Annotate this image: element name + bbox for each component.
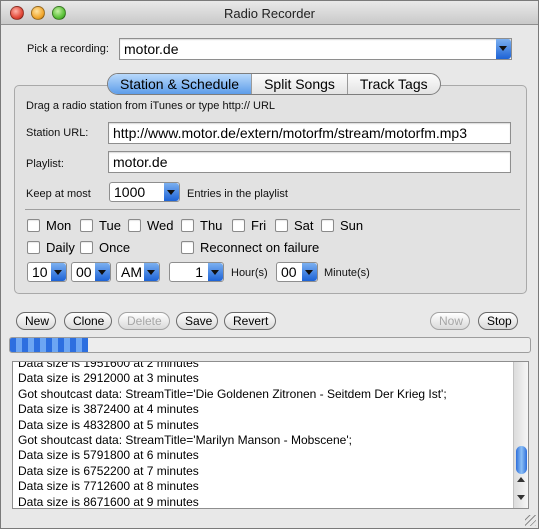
log-line: Data size is 2912000 at 3 minutes <box>18 371 199 386</box>
checkbox-label: Sat <box>294 218 314 233</box>
keep-suffix: Entries in the playlist <box>187 188 288 200</box>
log-view[interactable]: Data size is 1951600 at 2 minutes Data si… <box>12 361 529 509</box>
checkbox-box[interactable] <box>27 219 40 232</box>
radio-recorder-window: Radio Recorder Pick a recording: motor.d… <box>0 0 539 529</box>
duration-minutes-popup[interactable]: 00 <box>276 262 318 282</box>
stop-button[interactable]: Stop <box>478 312 518 330</box>
checkbox-box[interactable] <box>128 219 141 232</box>
pick-recording-label: Pick a recording: <box>27 43 109 55</box>
scrollbar-thumb[interactable] <box>516 446 527 474</box>
checkbox-label: Daily <box>46 240 75 255</box>
playlist-label: Playlist: <box>26 158 64 170</box>
minutes-label: Minute(s) <box>324 267 370 279</box>
log-line: Data size is 8671600 at 9 minutes <box>18 494 199 509</box>
log-line: Data size is 5791800 at 6 minutes <box>18 448 199 463</box>
chevron-down-icon[interactable] <box>51 263 66 281</box>
ampm-value: AM <box>121 264 142 280</box>
station-url-field[interactable]: http://www.motor.de/extern/motorfm/strea… <box>108 122 511 144</box>
log-line: Data size is 1951600 at 2 minutes <box>18 361 199 370</box>
checkbox-fri[interactable]: Fri <box>232 218 266 233</box>
log-line: Data size is 6752200 at 7 minutes <box>18 463 199 478</box>
recording-combo[interactable]: motor.de <box>119 38 512 60</box>
recording-progress-bar <box>9 337 531 353</box>
checkbox-box[interactable] <box>27 241 40 254</box>
chevron-down-icon[interactable] <box>95 263 110 281</box>
scroll-down-icon[interactable] <box>517 495 525 500</box>
clone-button[interactable]: Clone <box>64 312 112 330</box>
duration-hours-value: 1 <box>195 264 203 280</box>
recording-combo-value: motor.de <box>124 41 179 57</box>
log-line: Data size is 7712600 at 8 minutes <box>18 479 199 494</box>
checkbox-label: Mon <box>46 218 72 233</box>
chevron-down-icon[interactable] <box>302 263 317 281</box>
checkbox-box[interactable] <box>181 241 194 254</box>
checkbox-box[interactable] <box>80 219 93 232</box>
checkbox-box[interactable] <box>275 219 288 232</box>
minute-value: 00 <box>76 264 92 280</box>
log-line: Data size is 4832800 at 5 minutes <box>18 417 199 432</box>
checkbox-sun[interactable]: Sun <box>321 218 363 233</box>
chevron-down-icon[interactable] <box>144 263 159 281</box>
window-title: Radio Recorder <box>223 6 316 21</box>
checkbox-box[interactable] <box>80 241 93 254</box>
chevron-down-icon[interactable] <box>496 39 511 59</box>
checkbox-label: Reconnect on failure <box>200 240 320 255</box>
checkbox-label: Wed <box>147 218 174 233</box>
playlist-field[interactable]: motor.de <box>108 151 511 173</box>
revert-button[interactable]: Revert <box>224 312 276 330</box>
log-line: Got shoutcast data: StreamTitle='Marilyn… <box>18 433 352 448</box>
station-hint: Drag a radio station from iTunes or type… <box>26 100 276 112</box>
checkbox-wed[interactable]: Wed <box>128 218 174 233</box>
checkbox-sat[interactable]: Sat <box>275 218 314 233</box>
checkbox-tue[interactable]: Tue <box>80 218 121 233</box>
checkbox-label: Tue <box>99 218 121 233</box>
keep-count-value: 1000 <box>114 184 146 200</box>
duration-minutes-value: 00 <box>281 264 297 280</box>
hour-popup[interactable]: 10 <box>27 262 67 282</box>
scroll-up-icon[interactable] <box>517 477 525 482</box>
checkbox-once[interactable]: Once <box>80 240 130 255</box>
title-bar[interactable]: Radio Recorder <box>1 1 538 25</box>
keep-count-popup[interactable]: 1000 <box>109 182 180 202</box>
station-url-label: Station URL: <box>26 127 89 139</box>
checkbox-label: Sun <box>340 218 364 233</box>
resize-grip-icon[interactable] <box>525 515 536 526</box>
checkbox-thu[interactable]: Thu <box>181 218 222 233</box>
hours-label: Hour(s) <box>231 267 268 279</box>
log-lines: Data size is 1951600 at 2 minutes Data si… <box>18 361 510 509</box>
save-button[interactable]: Save <box>176 312 218 330</box>
checkbox-daily[interactable]: Daily <box>27 240 75 255</box>
chevron-down-icon[interactable] <box>164 183 179 201</box>
tab-station-schedule[interactable]: Station & Schedule <box>108 74 252 94</box>
delete-button[interactable]: Delete <box>118 312 170 330</box>
log-line: Data size is 3872400 at 4 minutes <box>18 402 199 417</box>
checkbox-reconnect[interactable]: Reconnect on failure <box>181 240 319 255</box>
divider <box>25 209 520 210</box>
checkbox-label: Thu <box>200 218 223 233</box>
now-button[interactable]: Now <box>430 312 470 330</box>
duration-hours-popup[interactable]: 1 <box>169 262 224 282</box>
log-line: Got shoutcast data: StreamTitle='Die Gol… <box>18 386 447 401</box>
checkbox-label: Once <box>99 240 131 255</box>
checkbox-label: Fri <box>251 218 267 233</box>
checkbox-mon[interactable]: Mon <box>27 218 71 233</box>
log-scrollbar[interactable] <box>513 362 528 508</box>
checkbox-box[interactable] <box>321 219 334 232</box>
ampm-popup[interactable]: AM <box>116 262 160 282</box>
keep-label: Keep at most <box>26 188 91 200</box>
progress-fill <box>10 338 88 352</box>
tab-track-tags[interactable]: Track Tags <box>346 74 440 94</box>
tab-bar: Station & Schedule Split Songs Track Tag… <box>107 73 441 95</box>
tab-split-songs[interactable]: Split Songs <box>251 74 347 94</box>
chevron-down-icon[interactable] <box>208 263 223 281</box>
checkbox-box[interactable] <box>232 219 245 232</box>
checkbox-box[interactable] <box>181 219 194 232</box>
new-button[interactable]: New <box>16 312 56 330</box>
minute-popup[interactable]: 00 <box>71 262 111 282</box>
hour-value: 10 <box>32 264 48 280</box>
